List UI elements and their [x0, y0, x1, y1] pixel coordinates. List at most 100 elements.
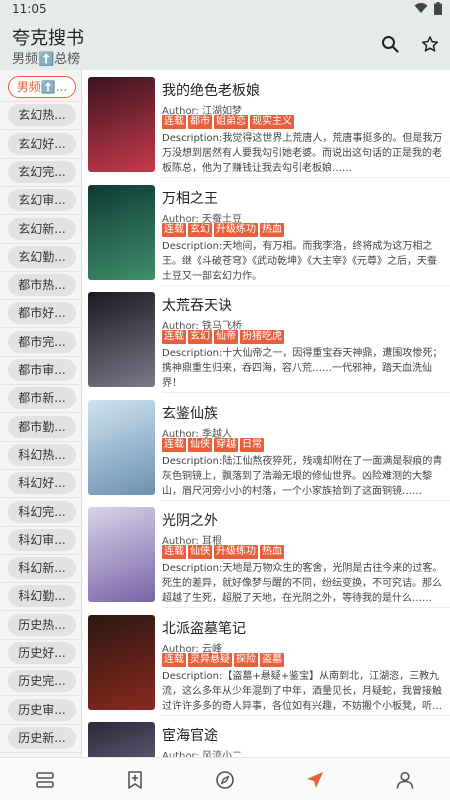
- battery-icon: [434, 2, 442, 15]
- book-tag: 连载: [162, 330, 186, 344]
- book-cover: [88, 614, 155, 710]
- book-row[interactable]: 太荒吞天诀 Author: 铁马飞桥 连载 玄幻 仙帝 扮猪吃虎 Description:十…: [82, 285, 450, 393]
- sidebar-divider: [0, 497, 81, 499]
- book-row[interactable]: 我的绝色老板娘 Author: 江湖如梦 连载 都市 姐弟恋 现实主义 Descriptio…: [82, 70, 450, 178]
- sidebar-item[interactable]: 科幻完...: [8, 500, 76, 523]
- status-bar: 11:05: [0, 0, 450, 18]
- sidebar-item[interactable]: 玄幻完...: [8, 160, 76, 183]
- book-tags: 连载 仙侠 升级练功 热血: [162, 545, 284, 559]
- sidebar-divider: [0, 553, 81, 555]
- book-title: 玄鉴仙族: [162, 405, 218, 422]
- book-title: 万相之王: [162, 190, 218, 207]
- nav-bookmark-button[interactable]: [123, 768, 147, 792]
- sidebar-divider: [0, 695, 81, 697]
- category-sidebar[interactable]: 男频⬆️... 玄幻热... 玄幻好... 玄幻完... 玄幻审... 玄幻新... 玄幻勤…: [0, 70, 82, 757]
- book-description: Description:十大仙帝之一，因得重宝吞天神鼎，遭围攻惨死；携神鼎重生归…: [162, 346, 444, 391]
- sidebar-divider: [0, 185, 81, 187]
- sidebar-divider: [0, 384, 81, 385]
- sidebar-item[interactable]: 科幻热...: [8, 443, 76, 466]
- sidebar-item[interactable]: 历史好...: [8, 642, 76, 664]
- book-title: 我的绝色老板娘: [162, 83, 260, 99]
- sidebar-item[interactable]: 科幻勤...: [8, 585, 76, 608]
- book-tag: 仙帝: [214, 330, 238, 344]
- book-tags: 连载 灵异悬疑 探险 盗墓: [162, 652, 284, 667]
- wifi-icon: [414, 3, 428, 13]
- sidebar-item[interactable]: 科幻审...: [8, 528, 76, 551]
- book-tag: 连载: [162, 545, 186, 559]
- book-list[interactable]: 我的绝色老板娘 Author: 江湖如梦 连载 都市 姐弟恋 现实主义 Descriptio…: [82, 70, 450, 757]
- book-cover: [88, 507, 155, 602]
- sidebar-divider: [0, 667, 81, 668]
- sidebar-item[interactable]: 男频⬆️...: [8, 76, 76, 98]
- book-row[interactable]: 宦海官途 Author: 风流小二: [82, 715, 450, 757]
- book-tag: 探险: [234, 652, 258, 667]
- sidebar-item[interactable]: 都市好...: [8, 302, 76, 325]
- book-cover: [88, 722, 155, 757]
- book-tag: 热血: [260, 545, 284, 559]
- sidebar-item[interactable]: 历史完...: [8, 670, 76, 693]
- status-icons: [414, 2, 442, 15]
- book-description: Description:【盗墓+悬疑+鉴宝】从南到北，江湖恣，三教九流，这么多年…: [162, 669, 444, 714]
- sidebar-item[interactable]: 玄幻审...: [8, 189, 76, 212]
- description-prefix: Description:: [162, 455, 223, 467]
- book-cover: [88, 399, 155, 495]
- book-tag: 连载: [162, 652, 186, 667]
- bookmark-add-icon: [128, 771, 142, 789]
- nav-bookshelf-button[interactable]: [33, 768, 57, 792]
- sidebar-item[interactable]: 玄幻勤...: [8, 245, 76, 268]
- person-icon: [396, 771, 414, 789]
- book-row[interactable]: 玄鉴仙族 Author: 季越人 连载 仙侠 穿越 日常 Description:陆江仙熬夜…: [82, 393, 450, 501]
- bookshelf-icon: [36, 772, 54, 788]
- sidebar-item[interactable]: 历史热...: [8, 613, 76, 636]
- book-title: 太荒吞天诀: [162, 298, 232, 314]
- sidebar-item[interactable]: 科幻新...: [8, 557, 76, 580]
- book-title: 光阴之外: [162, 513, 218, 529]
- book-description: Description:我觉得这世界上荒唐人，荒唐事挺多的。但是我万万没想到居然…: [162, 131, 444, 176]
- book-tag: 穿越: [214, 437, 238, 452]
- description-prefix: Description:: [162, 240, 223, 252]
- book-author-line: Author: 风流小二: [162, 747, 242, 757]
- sidebar-item[interactable]: 都市新...: [8, 387, 76, 410]
- book-row[interactable]: 光阴之外 Author: 耳根 连载 仙侠 升级练功 热血 Description:天地是万…: [82, 500, 450, 608]
- sidebar-divider: [0, 214, 81, 216]
- book-tags: 连载 都市 姐弟恋 现实主义: [162, 115, 294, 129]
- sidebar-divider: [0, 468, 81, 470]
- favorite-button[interactable]: [418, 32, 442, 56]
- sidebar-divider: [0, 412, 81, 414]
- book-tags: 连载 仙侠 穿越 日常: [162, 437, 264, 452]
- nav-discover-button[interactable]: [213, 768, 237, 792]
- book-tag: 仙侠: [188, 437, 212, 452]
- sidebar-item[interactable]: 都市完...: [8, 330, 76, 353]
- sidebar-divider: [0, 355, 81, 357]
- sidebar-divider: [0, 101, 81, 102]
- sidebar-divider: [0, 723, 81, 725]
- sidebar-item[interactable]: 都市审...: [8, 359, 76, 381]
- nav-profile-button[interactable]: [393, 768, 417, 792]
- sidebar-item[interactable]: 历史审...: [8, 698, 76, 721]
- description-prefix: Description:: [162, 348, 223, 359]
- star-icon: [421, 36, 439, 52]
- sidebar-item[interactable]: 科幻好...: [8, 472, 76, 495]
- search-button[interactable]: [378, 32, 402, 56]
- page-title: 夸克搜书: [12, 28, 84, 49]
- bottom-nav: [0, 757, 450, 800]
- sidebar-item[interactable]: 玄幻新...: [8, 217, 76, 240]
- sidebar-divider: [0, 610, 81, 612]
- book-tag: 灵异悬疑: [188, 652, 232, 667]
- app-bar: 夸克搜书 男频⬆️总榜: [0, 18, 450, 70]
- sidebar-item[interactable]: 都市勤...: [8, 415, 76, 438]
- sidebar-item[interactable]: 都市热...: [8, 274, 76, 297]
- book-cover: [88, 184, 155, 280]
- book-row[interactable]: 北派盗墓笔记 Author: 云峰 连载 灵异悬疑 探险 盗墓 Description:【盗…: [82, 608, 450, 716]
- book-row[interactable]: 万相之王 Author: 天蚕土豆 连载 玄幻 升级练功 热血 Description:天地…: [82, 178, 450, 286]
- sidebar-divider: [0, 638, 81, 640]
- sidebar-divider: [0, 129, 81, 131]
- sidebar-item[interactable]: 历史新...: [8, 726, 76, 749]
- description-prefix: Description:: [162, 670, 223, 682]
- book-tag: 玄幻: [188, 222, 212, 237]
- sidebar-item[interactable]: 玄幻热...: [8, 104, 76, 127]
- nav-explore-button[interactable]: [303, 768, 327, 792]
- sidebar-item[interactable]: 玄幻好...: [8, 132, 76, 155]
- sidebar-divider: [0, 299, 81, 301]
- book-tags: 连载 玄幻 仙帝 扮猪吃虎: [162, 330, 284, 344]
